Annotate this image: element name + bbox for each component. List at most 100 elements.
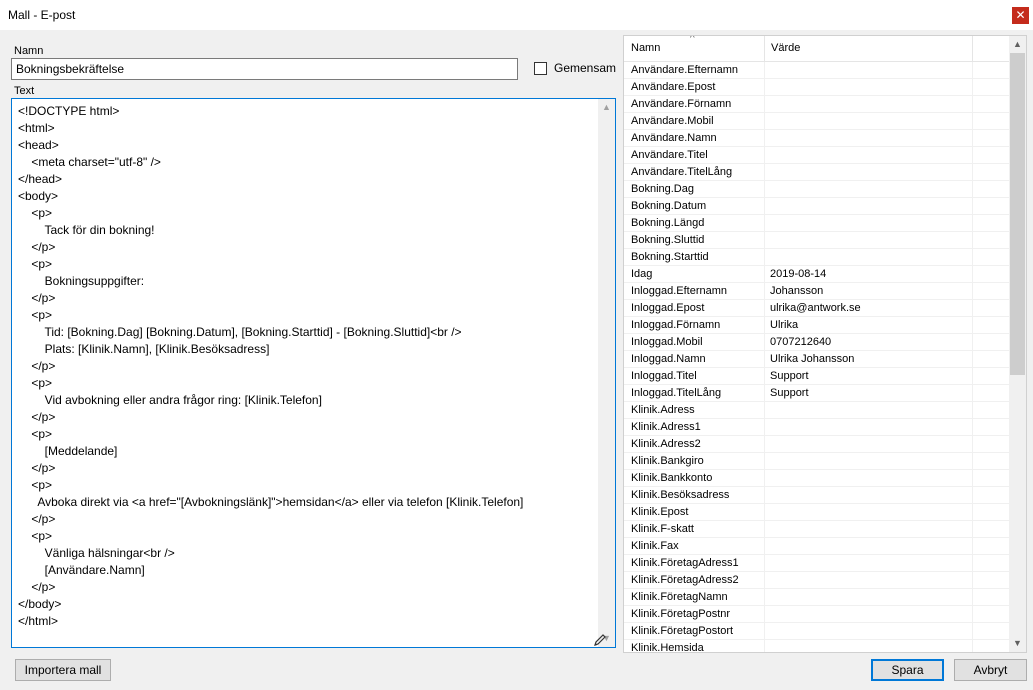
variable-name-cell[interactable]: Klinik.Adress1 xyxy=(631,421,701,433)
column-header-value[interactable]: Värde xyxy=(771,42,800,54)
grid-row[interactable]: Idag 2019-08-14 xyxy=(624,266,1010,283)
template-text-line[interactable]: Tack för din bokning! xyxy=(18,222,600,239)
column-header-name[interactable]: Namn xyxy=(631,42,660,54)
variable-name-cell[interactable]: Användare.Mobil xyxy=(631,115,714,127)
variable-name-cell[interactable]: Klinik.Adress2 xyxy=(631,438,701,450)
variable-name-cell[interactable]: Inloggad.Epost xyxy=(631,302,704,314)
variable-name-cell[interactable]: Klinik.FöretagAdress2 xyxy=(631,574,739,586)
template-text-line[interactable]: <p> xyxy=(18,256,600,273)
variable-name-cell[interactable]: Klinik.Bankkonto xyxy=(631,472,712,484)
template-text-line[interactable]: <p> xyxy=(18,477,600,494)
variable-name-cell[interactable]: Klinik.Fax xyxy=(631,540,679,552)
variable-name-cell[interactable]: Idag xyxy=(631,268,652,280)
column-divider[interactable] xyxy=(972,36,973,62)
variable-name-cell[interactable]: Användare.Förnamn xyxy=(631,98,731,110)
column-divider[interactable] xyxy=(764,36,765,62)
grid-row[interactable]: Inloggad.Mobil 0707212640 xyxy=(624,334,1010,351)
template-text-line[interactable]: <html> xyxy=(18,120,600,137)
template-text-line[interactable]: </p> xyxy=(18,290,600,307)
grid-row[interactable]: Bokning.Sluttid xyxy=(624,232,1010,249)
variable-name-cell[interactable]: Klinik.Adress xyxy=(631,404,695,416)
variable-name-cell[interactable]: Användare.TitelLång xyxy=(631,166,732,178)
grid-row[interactable]: Användare.Namn xyxy=(624,130,1010,147)
template-text-line[interactable]: </head> xyxy=(18,171,600,188)
variable-name-cell[interactable]: Bokning.Starttid xyxy=(631,251,709,263)
variable-name-cell[interactable]: Klinik.Hemsida xyxy=(631,642,704,652)
variable-value-cell[interactable]: Johansson xyxy=(770,285,823,297)
variable-name-cell[interactable]: Klinik.Bankgiro xyxy=(631,455,704,467)
variable-value-cell[interactable]: Support xyxy=(770,387,809,399)
variable-name-cell[interactable]: Klinik.FöretagAdress1 xyxy=(631,557,739,569)
variable-name-cell[interactable]: Bokning.Sluttid xyxy=(631,234,704,246)
template-text-line[interactable]: <p> xyxy=(18,375,600,392)
shared-checkbox[interactable] xyxy=(534,61,547,75)
variable-name-cell[interactable]: Inloggad.Titel xyxy=(631,370,697,382)
grid-row[interactable]: Klinik.FöretagPostort xyxy=(624,623,1010,640)
editor-scrollbar[interactable]: ▲ ▼ xyxy=(598,99,615,647)
template-text-line[interactable]: </p> xyxy=(18,579,600,596)
grid-row[interactable]: Klinik.Epost xyxy=(624,504,1010,521)
grid-row[interactable]: Inloggad.TitelLång Support xyxy=(624,385,1010,402)
variable-name-cell[interactable]: Användare.Efternamn xyxy=(631,64,738,76)
grid-row[interactable]: Bokning.Starttid xyxy=(624,249,1010,266)
template-text-line[interactable]: [Användare.Namn] xyxy=(18,562,600,579)
grid-row[interactable]: Klinik.FöretagAdress1 xyxy=(624,555,1010,572)
variables-grid[interactable]: ^ Namn Värde Användare.Efternamn Användar… xyxy=(623,35,1027,653)
grid-row[interactable]: Bokning.Datum xyxy=(624,198,1010,215)
grid-row[interactable]: Klinik.Bankkonto xyxy=(624,470,1010,487)
grid-row[interactable]: Klinik.F-skatt xyxy=(624,521,1010,538)
cancel-button[interactable]: Avbryt xyxy=(954,659,1027,681)
template-text-editor[interactable]: <!DOCTYPE html> <html> <head> <meta charse… xyxy=(11,98,616,648)
grid-row[interactable]: Klinik.FöretagPostnr xyxy=(624,606,1010,623)
variable-name-cell[interactable]: Bokning.Längd xyxy=(631,217,704,229)
template-text-line[interactable]: Avboka direkt via <a href="[Avbokningslä… xyxy=(18,494,600,511)
template-text-line[interactable]: <head> xyxy=(18,137,600,154)
template-text-line[interactable]: [Meddelande] xyxy=(18,443,600,460)
variable-value-cell[interactable]: 2019-08-14 xyxy=(770,268,826,280)
template-text-content[interactable]: <!DOCTYPE html> <html> <head> <meta charse… xyxy=(18,103,600,630)
scroll-up-icon[interactable]: ▲ xyxy=(598,99,615,116)
template-text-line[interactable]: Bokningsuppgifter: xyxy=(18,273,600,290)
grid-row[interactable]: Klinik.Fax xyxy=(624,538,1010,555)
template-text-line[interactable]: <p> xyxy=(18,205,600,222)
grid-row[interactable]: Klinik.Adress2 xyxy=(624,436,1010,453)
template-text-line[interactable]: <body> xyxy=(18,188,600,205)
template-text-line[interactable]: </p> xyxy=(18,358,600,375)
variable-name-cell[interactable]: Klinik.FöretagPostort xyxy=(631,625,733,637)
grid-row[interactable]: Bokning.Längd xyxy=(624,215,1010,232)
variable-name-cell[interactable]: Klinik.Besöksadress xyxy=(631,489,729,501)
variable-name-cell[interactable]: Användare.Namn xyxy=(631,132,717,144)
grid-row[interactable]: Klinik.Adress xyxy=(624,402,1010,419)
shared-checkbox-group[interactable]: Gemensam xyxy=(534,61,616,75)
template-text-line[interactable]: </p> xyxy=(18,239,600,256)
grid-row[interactable]: Klinik.FöretagNamn xyxy=(624,589,1010,606)
grid-row[interactable]: Klinik.Adress1 xyxy=(624,419,1010,436)
scroll-down-icon[interactable]: ▼ xyxy=(1009,635,1026,652)
grid-row[interactable]: Användare.Förnamn xyxy=(624,96,1010,113)
variable-name-cell[interactable]: Inloggad.Efternamn xyxy=(631,285,727,297)
grid-row[interactable]: Användare.Mobil xyxy=(624,113,1010,130)
save-button[interactable]: Spara xyxy=(871,659,944,681)
variable-name-cell[interactable]: Bokning.Datum xyxy=(631,200,706,212)
variable-name-cell[interactable]: Klinik.FöretagNamn xyxy=(631,591,728,603)
grid-row[interactable]: Inloggad.Förnamn Ulrika xyxy=(624,317,1010,334)
shared-checkbox-label[interactable]: Gemensam xyxy=(554,61,616,75)
grid-row[interactable]: Användare.TitelLång xyxy=(624,164,1010,181)
template-text-line[interactable]: </p> xyxy=(18,511,600,528)
variable-name-cell[interactable]: Inloggad.Mobil xyxy=(631,336,703,348)
grid-row[interactable]: Inloggad.Epost ulrika@antwork.se xyxy=(624,300,1010,317)
template-text-line[interactable]: Vid avbokning eller andra frågor ring: [… xyxy=(18,392,600,409)
import-template-button[interactable]: Importera mall xyxy=(15,659,111,681)
template-text-line[interactable]: Plats: [Klinik.Namn], [Klinik.Besöksadre… xyxy=(18,341,600,358)
grid-row[interactable]: Användare.Epost xyxy=(624,79,1010,96)
variable-name-cell[interactable]: Inloggad.TitelLång xyxy=(631,387,721,399)
scrollbar-thumb[interactable] xyxy=(1010,53,1025,375)
variable-name-cell[interactable]: Klinik.Epost xyxy=(631,506,688,518)
grid-row[interactable]: Bokning.Dag xyxy=(624,181,1010,198)
name-input[interactable] xyxy=(11,58,518,80)
template-text-line[interactable]: </p> xyxy=(18,460,600,477)
variable-value-cell[interactable]: 0707212640 xyxy=(770,336,831,348)
variable-name-cell[interactable]: Bokning.Dag xyxy=(631,183,694,195)
template-text-line[interactable]: </body> xyxy=(18,596,600,613)
variable-value-cell[interactable]: Support xyxy=(770,370,809,382)
